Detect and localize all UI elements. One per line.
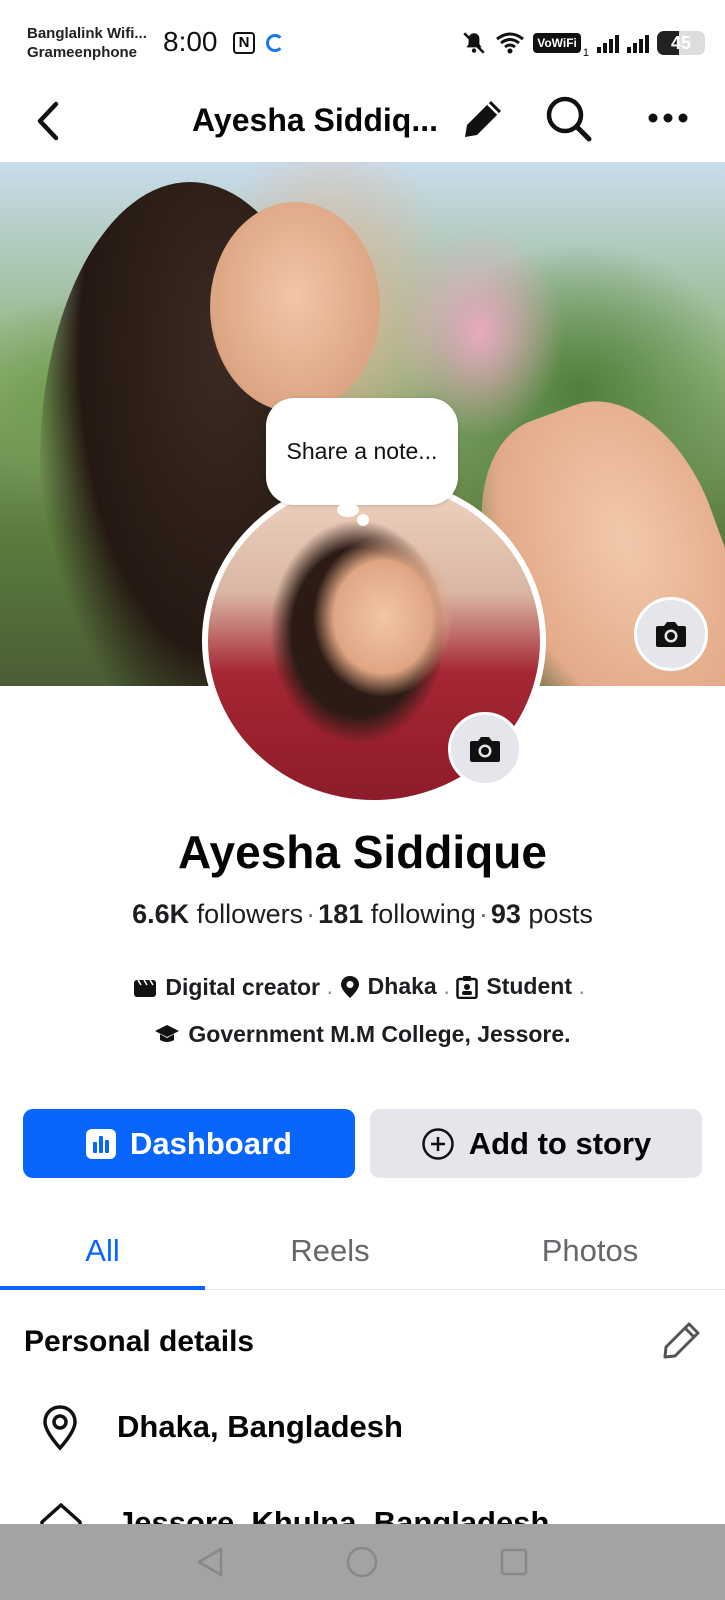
- edit-cover-photo-button[interactable]: [634, 597, 708, 671]
- personal-details-heading: Personal details: [24, 1325, 255, 1358]
- nav-home-button[interactable]: [344, 1544, 380, 1580]
- followers-count: 6.6K: [132, 899, 190, 929]
- plus-circle-icon: [421, 1127, 454, 1160]
- posts-label: posts: [528, 899, 593, 929]
- note-bubble-tail-small: [357, 514, 369, 526]
- profile-tabs: All Reels Photos: [0, 1212, 725, 1290]
- bio-occupation: Student: [486, 973, 572, 999]
- status-icons: VoWiFi 1 45: [461, 27, 705, 59]
- followers-link[interactable]: 6.6K followers: [132, 899, 303, 929]
- tab-photos[interactable]: Photos: [490, 1212, 690, 1290]
- following-link[interactable]: 181 following: [318, 899, 476, 929]
- status-bar: Banglalink Wifi... Grameenphone 8:00 N V…: [0, 0, 725, 84]
- add-to-story-button[interactable]: Add to story: [370, 1109, 702, 1178]
- app-bar: Ayesha Siddiq...: [0, 84, 725, 162]
- triangle-back-icon: [197, 1547, 223, 1577]
- detail-row-current-city: Dhaka, Bangladesh: [0, 1392, 725, 1462]
- system-navigation-bar: [0, 1524, 725, 1600]
- id-badge-icon: [456, 975, 479, 999]
- share-note-bubble[interactable]: Share a note...: [266, 398, 458, 505]
- profile-name: Ayesha Siddique: [178, 826, 547, 878]
- circle-home-icon: [346, 1546, 378, 1578]
- active-tab-indicator: [0, 1286, 205, 1290]
- edit-profile-button[interactable]: [456, 90, 512, 146]
- dashboard-label: Dashboard: [130, 1125, 292, 1161]
- dashboard-chart-icon: [86, 1128, 117, 1159]
- camera-icon: [470, 737, 500, 762]
- nav-back-button[interactable]: [192, 1544, 228, 1580]
- clapperboard-icon: [134, 979, 157, 997]
- sim-index: 1: [582, 47, 589, 59]
- back-icon: [37, 101, 59, 141]
- more-icon: [648, 113, 688, 123]
- mute-bell-icon: [463, 32, 485, 54]
- location-pin-icon: [340, 975, 359, 998]
- search-button[interactable]: [540, 90, 596, 146]
- wifi-icon: [496, 32, 525, 54]
- following-count: 181: [318, 899, 364, 929]
- tab-all[interactable]: All: [0, 1212, 205, 1290]
- note-bubble-tail: [337, 503, 359, 517]
- camera-icon: [656, 622, 686, 647]
- battery-icon: 45: [657, 31, 705, 55]
- carrier-1: Banglalink Wifi...: [27, 25, 147, 42]
- bio-location: Dhaka: [367, 973, 437, 999]
- nfc-icon: N: [233, 32, 255, 54]
- signal-2-icon: [627, 33, 649, 53]
- profile-stats: 6.6K followers · 181 following · 93 posts: [132, 899, 593, 929]
- edit-profile-picture-button[interactable]: [448, 712, 522, 786]
- pencil-outline-icon: [663, 1322, 700, 1359]
- battery-level: 45: [670, 33, 692, 53]
- carrier-2: Grameenphone: [27, 44, 138, 61]
- pencil-icon: [465, 101, 501, 137]
- carrier-names: Banglalink Wifi... Grameenphone: [27, 24, 147, 62]
- posts-count: 93: [490, 899, 521, 929]
- dashboard-button[interactable]: Dashboard: [23, 1109, 355, 1178]
- nav-recents-button[interactable]: [496, 1544, 532, 1580]
- posts-link[interactable]: 93 posts: [491, 899, 593, 929]
- bio-category: Digital creator: [165, 974, 320, 1000]
- clock: 8:00: [163, 26, 218, 57]
- followers-label: followers: [196, 899, 304, 929]
- tab-reels[interactable]: Reels: [230, 1212, 430, 1290]
- back-button[interactable]: [28, 96, 68, 146]
- search-icon: [546, 96, 592, 142]
- add-to-story-label: Add to story: [468, 1125, 652, 1161]
- profile-intro: Digital creator · Dhaka · Student · Government…: [20, 965, 705, 1059]
- location-pin-icon: [43, 1405, 77, 1451]
- signal-1-icon: [597, 33, 619, 53]
- more-options-button[interactable]: [640, 90, 696, 146]
- following-label: following: [370, 899, 476, 929]
- messenger-bubble-icon: [266, 34, 284, 52]
- note-placeholder: Share a note...: [286, 438, 438, 464]
- page-title: Ayesha Siddiq...: [192, 102, 438, 138]
- graduation-cap-icon: [155, 1025, 180, 1042]
- bio-education: Government M.M College, Jessore.: [188, 1020, 571, 1047]
- vowifi-badge: VoWiFi: [533, 33, 581, 53]
- detail-current-city: Dhaka, Bangladesh: [117, 1409, 403, 1444]
- square-recents-icon: [500, 1548, 528, 1576]
- edit-details-button[interactable]: [660, 1318, 704, 1362]
